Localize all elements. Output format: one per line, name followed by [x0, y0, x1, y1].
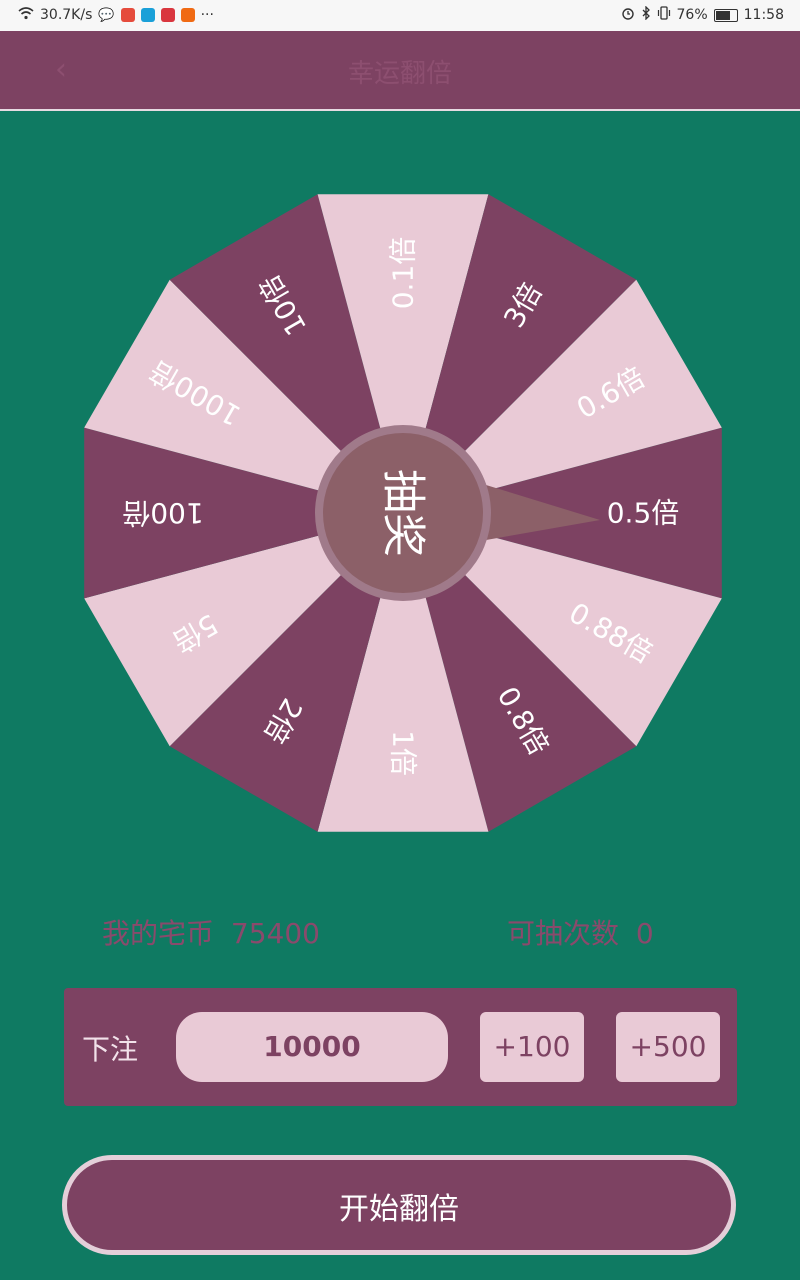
- draws-label: 可抽次数: [507, 917, 620, 950]
- wheel-hub-label[interactable]: 抽奖: [378, 469, 429, 557]
- wheel-segment-label: 0.5倍: [607, 497, 680, 530]
- wheel-segment-label: 1倍: [387, 730, 420, 776]
- wheel-segment-label: 100倍: [122, 497, 203, 530]
- draws-value: 0: [635, 917, 654, 950]
- coins-label: 我的宅币: [102, 917, 215, 950]
- add-100-button[interactable]: +100: [480, 1012, 584, 1082]
- coins-value: 75400: [230, 917, 320, 950]
- bet-label: 下注: [82, 1033, 139, 1066]
- wheel-segment-label: 0.1倍: [387, 237, 420, 310]
- add-500-button[interactable]: +500: [616, 1012, 720, 1082]
- start-doubling-button[interactable]: 开始翻倍: [62, 1155, 736, 1255]
- draw-count: 可抽次数 0: [507, 912, 654, 952]
- my-coins: 我的宅币 75400: [102, 912, 320, 952]
- bet-panel: 下注 10000 +100 +500: [64, 988, 737, 1106]
- bet-amount-input[interactable]: 10000: [176, 1012, 448, 1082]
